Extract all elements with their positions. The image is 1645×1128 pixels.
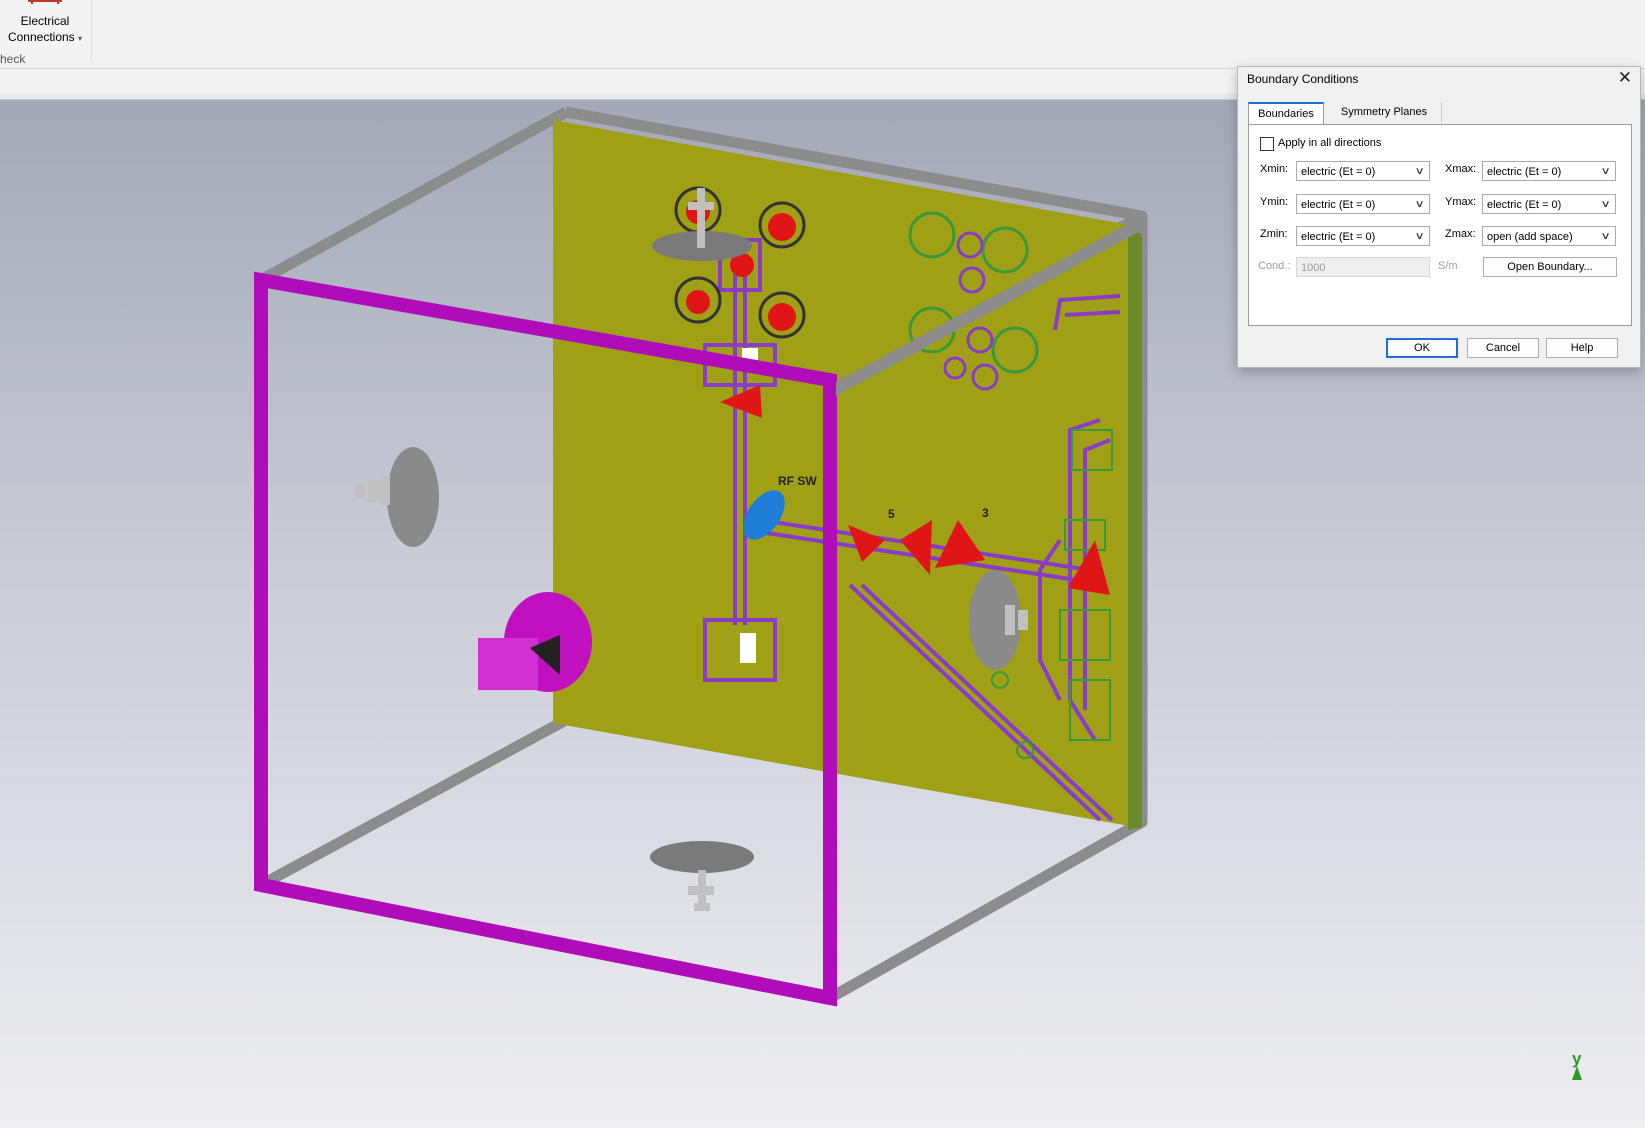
xmax-select[interactable]: electric (Et = 0) ∨ <box>1482 161 1616 181</box>
cancel-button[interactable]: Cancel <box>1467 338 1539 358</box>
pcb-board: RF SW <box>553 120 1142 830</box>
boundaries-tab-panel: Apply in all directions Xmin: electric (… <box>1248 124 1632 326</box>
boundary-conditions-dialog: Boundary Conditions ✕ Boundaries Symmetr… <box>1237 66 1641 368</box>
zmin-label: Zmin: <box>1260 228 1288 240</box>
apply-all-checkbox[interactable] <box>1260 137 1274 151</box>
zmax-label: Zmax: <box>1445 228 1476 240</box>
ymin-label: Ymin: <box>1260 196 1289 208</box>
cond-input[interactable]: 1000 <box>1296 257 1430 277</box>
dialog-title: Boundary Conditions <box>1247 72 1359 86</box>
chevron-down-icon[interactable]: ▾ <box>78 34 82 43</box>
chevron-down-icon: ∨ <box>1414 231 1425 242</box>
electrical-connections-icon <box>28 0 62 10</box>
ribbon-separator <box>91 0 92 62</box>
cond-label: Cond.: <box>1258 260 1291 272</box>
electrical-connections-label-line1: Electrical <box>20 14 70 28</box>
close-icon[interactable]: ✕ <box>1618 68 1632 88</box>
zmin-select[interactable]: electric (Et = 0) ∨ <box>1296 226 1430 246</box>
ymax-label: Ymax: <box>1445 196 1477 208</box>
electrical-connections-button[interactable]: Electrical Connections ▾ <box>0 0 90 52</box>
coax-port-bottom <box>650 841 754 911</box>
open-boundary-button[interactable]: Open Boundary... <box>1483 257 1617 277</box>
port-label-5: 5 <box>888 507 895 521</box>
ok-button[interactable]: OK <box>1386 338 1458 358</box>
ymax-select[interactable]: electric (Et = 0) ∨ <box>1482 194 1616 214</box>
ymin-select[interactable]: electric (Et = 0) ∨ <box>1296 194 1430 214</box>
xmax-label: Xmax: <box>1445 163 1477 175</box>
component-white-2 <box>740 633 756 663</box>
electrical-connections-label-line2: Connections ▾ <box>7 30 83 44</box>
tab-symmetry-planes[interactable]: Symmetry Planes <box>1327 102 1442 122</box>
chevron-down-icon: ∨ <box>1600 199 1611 210</box>
board-label: RF SW <box>778 474 817 488</box>
chevron-down-icon: ∨ <box>1600 231 1611 242</box>
xmin-label: Xmin: <box>1260 163 1289 175</box>
zmax-select[interactable]: open (add space) ∨ <box>1482 226 1616 246</box>
ribbon-group-label: heck <box>0 52 26 66</box>
magenta-port <box>478 592 592 692</box>
chevron-down-icon: ∨ <box>1414 166 1425 177</box>
tab-boundaries[interactable]: Boundaries <box>1248 102 1324 124</box>
xmin-select[interactable]: electric (Et = 0) ∨ <box>1296 161 1430 181</box>
apply-all-label: Apply in all directions <box>1278 137 1382 149</box>
coax-port-left <box>355 447 439 547</box>
port-label-3: 3 <box>982 506 989 520</box>
axis-y-label: y <box>1572 1049 1582 1068</box>
cond-unit: S/m <box>1438 260 1458 272</box>
ribbon-toolbar: Electrical Connections ▾ heck <box>0 0 1645 69</box>
axis-indicator: y <box>1572 1049 1582 1080</box>
chevron-down-icon: ∨ <box>1600 166 1611 177</box>
chevron-down-icon: ∨ <box>1414 199 1425 210</box>
help-button[interactable]: Help <box>1546 338 1618 358</box>
